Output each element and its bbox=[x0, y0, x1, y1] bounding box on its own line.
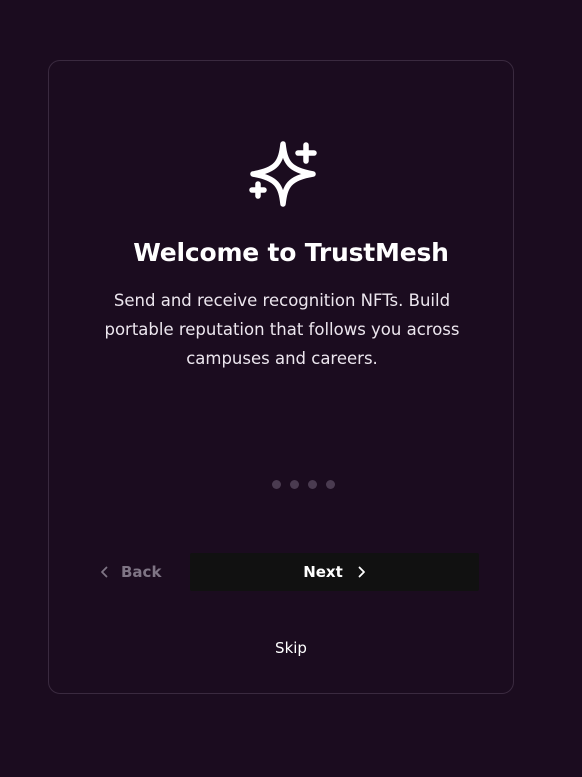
back-button-label: Back bbox=[121, 563, 162, 581]
step-dot bbox=[290, 480, 299, 489]
next-button[interactable]: Next bbox=[190, 553, 479, 591]
step-indicator bbox=[272, 480, 335, 489]
sparkles-icon bbox=[249, 141, 317, 207]
skip-link[interactable]: Skip bbox=[0, 639, 582, 657]
back-button[interactable]: Back bbox=[100, 554, 172, 590]
next-button-label: Next bbox=[303, 563, 343, 581]
step-dot bbox=[326, 480, 335, 489]
step-dot bbox=[272, 480, 281, 489]
chevron-left-icon bbox=[101, 566, 108, 578]
onboarding-description: Send and receive recognition NFTs. Build… bbox=[104, 291, 460, 368]
step-dot bbox=[308, 480, 317, 489]
page-title: Welcome to TrustMesh bbox=[133, 238, 449, 267]
chevron-right-icon bbox=[358, 566, 365, 578]
